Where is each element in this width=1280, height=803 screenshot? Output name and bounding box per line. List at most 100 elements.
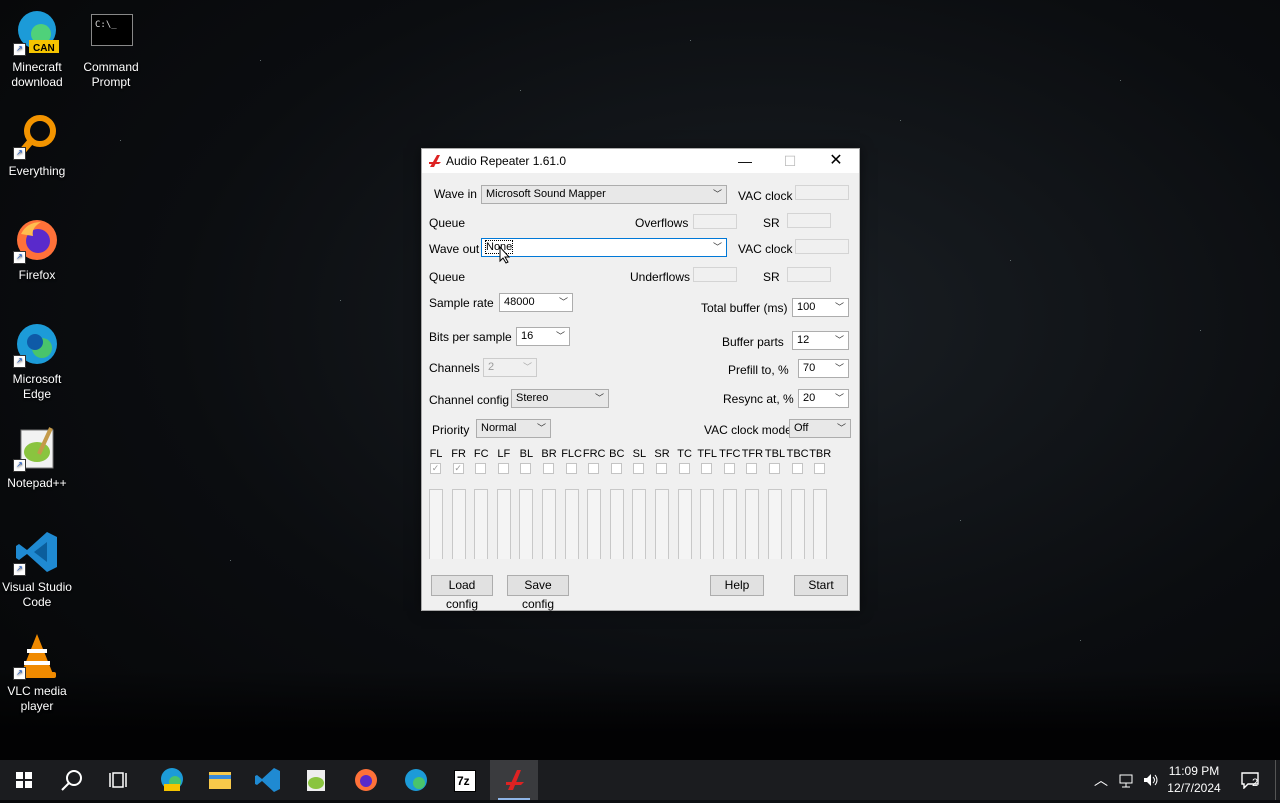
wave-in-select[interactable]: Microsoft Sound Mapper ﹀ — [481, 185, 727, 204]
channel-config-select[interactable]: Stereo ﹀ — [511, 389, 609, 408]
underflows-field — [693, 267, 737, 282]
clock-date[interactable]: 12/7/2024 — [1166, 781, 1222, 795]
desktop-icon-command-prompt[interactable]: C:\_ Command Prompt — [74, 8, 148, 90]
channel-checkbox-fc[interactable] — [475, 463, 487, 474]
underflows-label: Underflows — [630, 270, 691, 284]
taskbar-file-explorer[interactable] — [196, 760, 244, 800]
command-prompt-icon: C:\_ — [87, 8, 135, 56]
help-button[interactable]: Help — [710, 575, 764, 596]
cmd-glyph-text: C:\_ — [95, 20, 117, 30]
channel-checkbox-bc[interactable] — [610, 463, 622, 474]
firefox-icon — [355, 769, 377, 791]
start-button[interactable] — [0, 760, 48, 800]
taskbar-audio-repeater[interactable] — [490, 760, 538, 800]
wave-in-value: Microsoft Sound Mapper — [486, 188, 606, 200]
channel-checkbox-frc[interactable] — [588, 463, 600, 474]
desktop-icon-firefox[interactable]: ↗ Firefox — [0, 216, 74, 283]
chevron-down-icon: ﹀ — [555, 331, 565, 341]
7zip-icon: 7z — [454, 770, 476, 792]
channel-checkbox-lf[interactable] — [497, 463, 509, 474]
sample-rate-label: Sample rate — [429, 296, 494, 310]
buffer-parts-value: 12 — [797, 334, 810, 346]
search-button[interactable] — [48, 760, 96, 800]
taskbar-notepad-plus-plus[interactable] — [292, 760, 340, 800]
channel-checkbox-tfr[interactable] — [746, 463, 758, 474]
channel-checkbox-tbl[interactable] — [769, 463, 780, 474]
channel-checkbox-tc[interactable] — [678, 463, 690, 474]
can-badge: CAN — [33, 43, 55, 54]
channels-label: Channels — [429, 361, 480, 375]
network-icon[interactable] — [1118, 773, 1136, 789]
taskbar-edge[interactable] — [392, 760, 440, 800]
vac-clock-in-label: VAC clock — [738, 189, 793, 203]
channel-level-meter — [429, 489, 443, 559]
desktop-icon-vlc[interactable]: ↗ VLC media player — [0, 632, 74, 714]
load-config-button[interactable]: Load config — [431, 575, 493, 611]
bits-per-sample-value: 16 — [521, 330, 534, 342]
desktop-icon-label: Visual Studio Code — [2, 580, 72, 609]
taskbar-firefox[interactable] — [340, 760, 388, 800]
taskbar: 7z ︿ 11:09 PM 12/7/2024 2 — [0, 760, 1280, 800]
bits-per-sample-select[interactable]: 16 ﹀ — [516, 327, 570, 346]
chevron-down-icon: ﹀ — [834, 393, 844, 403]
channel-checkbox-tfc[interactable] — [723, 463, 735, 474]
channel-checkbox-flc[interactable] — [565, 463, 577, 474]
notification-center-button[interactable]: 2 — [1234, 760, 1270, 800]
title-bar[interactable]: Audio Repeater 1.61.0 — ☐ ✕ — [422, 149, 859, 173]
vac-clock-mode-label: VAC clock mode — [704, 423, 792, 437]
sr-in-field — [787, 213, 831, 228]
close-button[interactable]: ✕ — [813, 149, 859, 173]
save-config-button[interactable]: Save config — [507, 575, 569, 611]
channel-level-meter — [609, 489, 624, 559]
chevron-up-icon[interactable]: ︿ — [1094, 770, 1108, 790]
start-button[interactable]: Start — [794, 575, 848, 596]
audio-repeater-icon — [506, 770, 524, 790]
channel-checkbox-sl[interactable] — [633, 463, 645, 474]
taskbar-7zip[interactable]: 7z — [440, 760, 488, 800]
desktop-icon-notepad-plus-plus[interactable]: ↗ Notepad++ — [0, 424, 74, 491]
task-view-icon — [109, 772, 127, 788]
edge-can-icon — [161, 768, 183, 791]
channel-checkbox-tbr[interactable] — [814, 463, 826, 474]
show-desktop-button[interactable] — [1275, 760, 1280, 800]
chevron-down-icon: ﹀ — [834, 363, 844, 373]
desktop-icon-label: Firefox — [18, 268, 56, 282]
channel-checkbox-sr[interactable] — [656, 463, 667, 474]
sample-rate-select[interactable]: 48000 ﹀ — [499, 293, 573, 312]
channel-checkbox-fl[interactable]: ✓ — [430, 463, 441, 474]
channel-checkbox-tfl[interactable] — [701, 463, 713, 474]
channels-select[interactable]: 2 ﹀ — [483, 358, 537, 377]
channel-checkbox-br[interactable] — [543, 463, 554, 474]
minimize-button[interactable]: — — [722, 149, 768, 173]
desktop-icon-vscode[interactable]: ↗ Visual Studio Code — [0, 528, 74, 610]
desktop-icon-label: Minecraft download — [11, 60, 63, 89]
channel-label-tbr: TBR — [809, 448, 832, 460]
desktop-icon-minecraft-download[interactable]: CAN ↗ Minecraft download — [0, 8, 74, 90]
priority-select[interactable]: Normal ﹀ — [476, 419, 551, 438]
resync-select[interactable]: 20 ﹀ — [798, 389, 849, 408]
prefill-select[interactable]: 70 ﹀ — [798, 359, 849, 378]
task-view-button[interactable] — [96, 760, 144, 800]
maximize-button[interactable]: ☐ — [767, 149, 813, 173]
desktop-icon-everything[interactable]: ↗ Everything — [0, 112, 74, 179]
channel-level-meter — [813, 489, 828, 559]
desktop-icon-label: VLC media player — [7, 684, 67, 713]
taskbar-vscode[interactable] — [244, 760, 292, 800]
channel-checkbox-tbc[interactable] — [791, 463, 803, 474]
clock-time[interactable]: 11:09 PM — [1166, 764, 1222, 778]
vac-clock-mode-select[interactable]: Off ﹀ — [789, 419, 851, 438]
bits-per-sample-label: Bits per sample — [429, 330, 512, 344]
volume-icon[interactable] — [1142, 772, 1160, 788]
channel-config-value: Stereo — [516, 392, 549, 404]
buffer-parts-select[interactable]: 12 ﹀ — [792, 331, 849, 350]
sr-out-label: SR — [763, 270, 780, 284]
total-buffer-select[interactable]: 100 ﹀ — [792, 298, 849, 317]
wave-out-select[interactable]: None ﹀ — [481, 238, 727, 257]
chevron-down-icon: ﹀ — [558, 297, 568, 307]
chevron-down-icon: ﹀ — [594, 393, 604, 403]
priority-label: Priority — [432, 423, 470, 437]
channel-checkbox-fr[interactable]: ✓ — [452, 463, 464, 474]
taskbar-edge-can[interactable] — [148, 760, 196, 800]
channel-checkbox-bl[interactable] — [520, 463, 532, 474]
desktop-icon-microsoft-edge[interactable]: ↗ Microsoft Edge — [0, 320, 74, 402]
